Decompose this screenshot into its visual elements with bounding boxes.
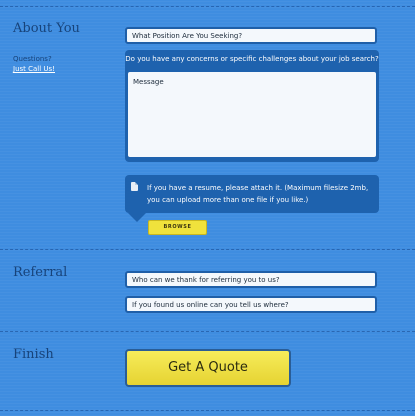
divider-referral-finish [0, 331, 415, 332]
divider-about-referral [0, 249, 415, 250]
resume-panel: If you have a resume, please attach it. … [125, 175, 379, 222]
concerns-prompt: Do you have any concerns or specific cha… [125, 55, 379, 63]
questions-block: Questions? Just Call Us! [13, 54, 55, 74]
document-icon [131, 182, 138, 191]
section-title-finish: Finish [13, 347, 54, 362]
questions-label: Questions? [13, 55, 52, 63]
section-title-referral: Referral [13, 265, 68, 280]
resume-panel-pointer [128, 213, 146, 222]
concerns-panel: Do you have any concerns or specific cha… [125, 50, 379, 162]
divider-top [0, 6, 415, 7]
referrer-field[interactable]: Who can we thank for referring you to us… [125, 271, 377, 288]
found-online-field[interactable]: If you found us online can you tell us w… [125, 296, 377, 313]
browse-button[interactable]: BROWSE [148, 220, 207, 235]
section-title-about: About You [13, 21, 80, 36]
message-textarea[interactable]: Message [128, 72, 376, 157]
get-quote-button[interactable]: Get A Quote [125, 349, 291, 387]
position-field[interactable]: What Position Are You Seeking? [125, 27, 377, 44]
resume-text: If you have a resume, please attach it. … [147, 184, 369, 204]
call-us-link[interactable]: Just Call Us! [13, 64, 55, 74]
divider-bottom [0, 410, 415, 411]
